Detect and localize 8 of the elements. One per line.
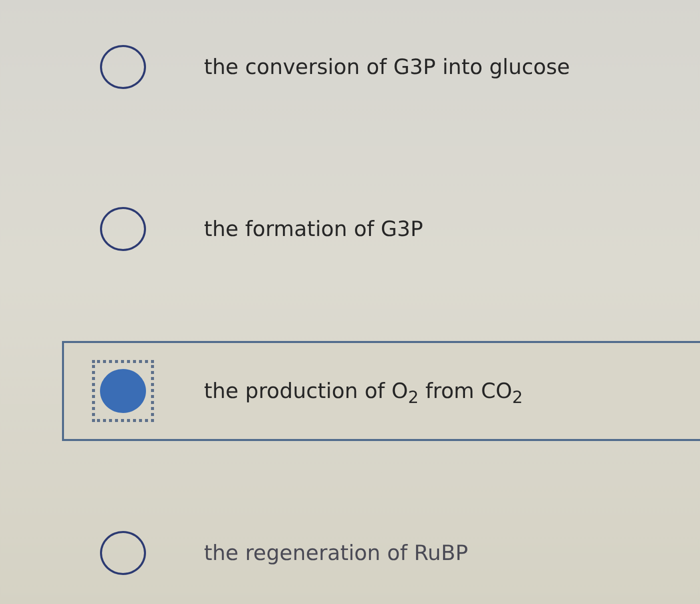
option-text: the formation of G3P (204, 217, 424, 241)
radio-button[interactable] (100, 369, 146, 413)
option-text: the regeneration of RuBP (204, 541, 468, 565)
option-text: the conversion of G3P into glucose (204, 55, 570, 79)
option-text: the production of O$_{2}$ from CO$_{2}$ (204, 379, 523, 403)
radio-button[interactable] (100, 45, 146, 89)
radio-button[interactable] (100, 207, 146, 251)
radio-button[interactable] (100, 531, 146, 575)
